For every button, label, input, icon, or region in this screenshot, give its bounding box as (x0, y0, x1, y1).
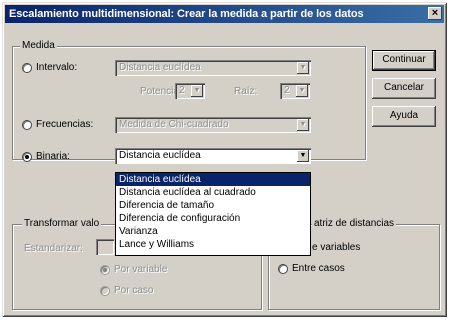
intervalo-label: Intervalo: (36, 62, 78, 73)
por-caso-label: Por caso (114, 285, 154, 296)
raiz-select[interactable]: 2 ▼ (280, 83, 310, 99)
binaria-select[interactable]: Distancia euclídea ▼ (115, 148, 311, 164)
chevron-down-icon: ▼ (191, 85, 203, 97)
entre-casos-label: Entre casos (292, 263, 345, 274)
intervalo-select[interactable]: Distancia euclídea ▼ (115, 60, 311, 76)
potencia-value: 2 (179, 85, 185, 96)
dropdown-option[interactable]: Diferencia de tamaño (116, 199, 310, 212)
frecuencias-select-value: Medida de Chi-cuadrado (119, 119, 229, 130)
dropdown-option[interactable]: Lance y Williams (116, 238, 310, 251)
intervalo-radio[interactable] (22, 63, 32, 73)
entre-variables-label: e variables (312, 242, 361, 253)
frecuencias-select[interactable]: Medida de Chi-cuadrado ▼ (115, 117, 311, 133)
por-variable-label: Por variable (114, 264, 168, 275)
window-title: Escalamiento multidimensional: Crear la … (9, 8, 364, 20)
binaria-dropdown-list[interactable]: Distancia euclídea Distancia euclídea al … (115, 172, 311, 256)
title-bar[interactable]: Escalamiento multidimensional: Crear la … (5, 5, 444, 23)
raiz-value: 2 (284, 85, 290, 96)
intervalo-select-value: Distancia euclídea (119, 62, 201, 73)
binaria-select-value: Distancia euclídea (119, 150, 201, 161)
chevron-down-icon[interactable]: ▼ (297, 150, 309, 162)
dialog-window: Escalamiento multidimensional: Crear la … (2, 2, 447, 317)
dropdown-option[interactable]: Diferencia de configuración (116, 212, 310, 225)
estandarizar-label: Estandarizar: (24, 243, 83, 254)
dropdown-option[interactable]: Varianza (116, 225, 310, 238)
binaria-label: Binaria: (36, 151, 70, 162)
medida-group-label: Medida (20, 40, 57, 51)
chevron-down-icon: ▼ (296, 85, 308, 97)
entre-casos-radio[interactable] (278, 264, 288, 274)
frecuencias-label: Frecuencias: (36, 119, 94, 130)
chevron-down-icon: ▼ (297, 62, 309, 74)
binaria-radio[interactable] (22, 152, 32, 162)
por-variable-radio[interactable] (100, 265, 110, 275)
chevron-down-icon: ▼ (297, 119, 309, 131)
continuar-button[interactable]: Continuar (372, 50, 436, 71)
raiz-label: Raíz: (234, 86, 258, 97)
cancelar-button[interactable]: Cancelar (372, 78, 436, 99)
por-caso-radio[interactable] (100, 286, 110, 296)
ayuda-button[interactable]: Ayuda (372, 106, 436, 127)
potencia-select[interactable]: 2 ▼ (175, 83, 205, 99)
dropdown-option[interactable]: Distancia euclídea al cuadrado (116, 186, 310, 199)
frecuencias-radio[interactable] (22, 120, 32, 130)
transformar-group-label: Transformar valo (22, 218, 102, 229)
close-icon[interactable]: × (428, 7, 442, 20)
matriz-group-label: atriz de distancias (312, 218, 397, 229)
dropdown-option[interactable]: Distancia euclídea (116, 173, 310, 186)
estandarizar-select[interactable] (96, 239, 114, 255)
